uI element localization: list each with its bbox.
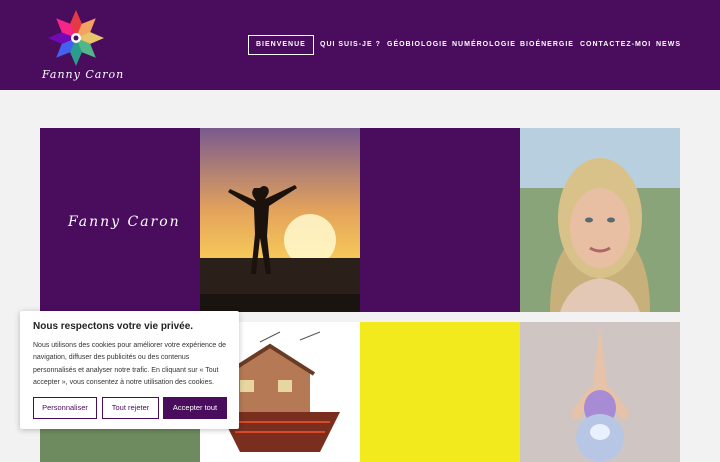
nav-bioenergie[interactable]: BIOÉNERGIE [520, 36, 574, 54]
portrait-image[interactable] [520, 128, 680, 312]
green-block [40, 428, 200, 462]
nav-numerologie[interactable]: NUMÉROLOGIE [452, 36, 516, 54]
accept-all-button[interactable]: Accepter tout [163, 397, 227, 419]
yoga-image[interactable] [520, 322, 680, 462]
site-header: Fanny Caron BIENVENUE QUI SUIS-JE ? GÉOB… [0, 0, 720, 90]
cookie-consent-banner: Nous respectons votre vie privée. Nous u… [20, 311, 239, 429]
cookie-text: Nous utilisons des cookies pour améliore… [33, 342, 226, 387]
nav-geobiologie[interactable]: GÉOBIOLOGIE [387, 36, 448, 54]
mandala-logo-icon [48, 10, 104, 66]
name-tile-text: Fanny Caron [68, 214, 181, 230]
name-tile: Fanny Caron [40, 128, 200, 312]
nav-qui-suis-je[interactable]: QUI SUIS-JE ? [320, 36, 381, 54]
yellow-tile [360, 322, 520, 462]
cookie-title: Nous respectons votre vie privée. [33, 321, 194, 332]
logo-text: Fanny Caron [42, 68, 125, 81]
yoga-art [520, 322, 680, 462]
sunset-silhouette-art [200, 128, 360, 312]
purple-tile [360, 128, 520, 312]
logo[interactable]: Fanny Caron [38, 6, 123, 86]
nav-contactez-moi[interactable]: CONTACTEZ-MOI [580, 36, 651, 54]
portrait-art [520, 128, 680, 312]
sunset-silhouette-image[interactable] [200, 128, 360, 312]
nav-news[interactable]: NEWS [656, 36, 681, 54]
reject-all-button[interactable]: Tout rejeter [102, 397, 159, 419]
customize-button[interactable]: Personnaliser [33, 397, 97, 419]
nav-bienvenue[interactable]: BIENVENUE [248, 35, 314, 55]
